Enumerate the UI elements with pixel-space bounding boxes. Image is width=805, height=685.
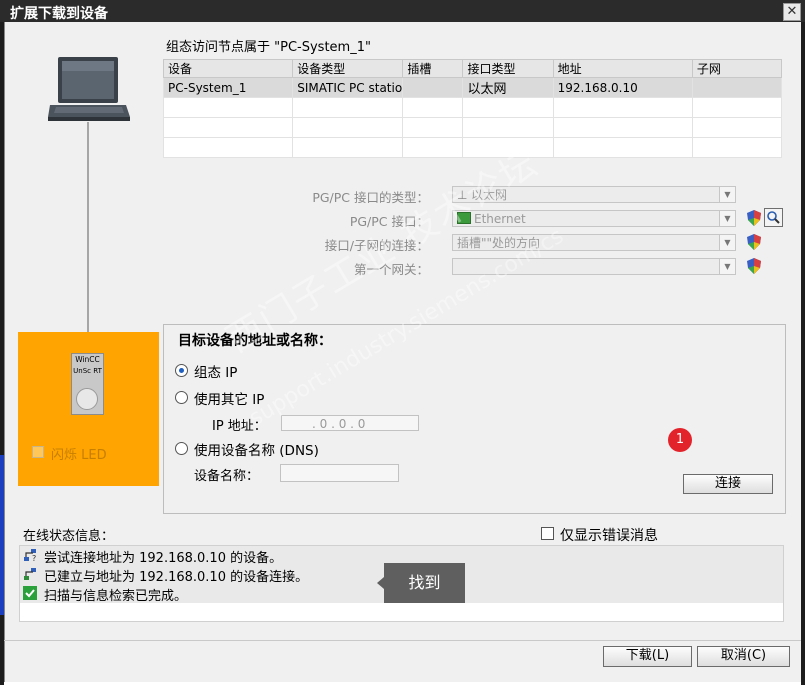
table-cell (292, 137, 404, 158)
table-row[interactable]: PC-System_1 SIMATIC PC statio.. 以太网 192.… (162, 77, 783, 98)
cell-interface-type: 以太网 (462, 77, 554, 98)
column-header-slot[interactable]: 插槽 (402, 59, 464, 78)
connect-button[interactable]: 连接 (683, 474, 773, 494)
subnet-connection-select[interactable]: 插槽""处的方向 ▼ (452, 234, 736, 251)
left-background-strip (0, 455, 4, 615)
pgpc-interface-select[interactable]: Ethernet ▼ (452, 210, 736, 227)
column-header-address[interactable]: 地址 (552, 59, 693, 78)
table-cell (292, 97, 404, 118)
table-cell (552, 97, 693, 118)
node-table: 设备 设备类型 插槽 接口类型 地址 子网 PC-System_1 SIMATI… (162, 59, 783, 158)
shield-icon[interactable] (747, 210, 761, 226)
table-cell (402, 97, 464, 118)
cell-device: PC-System_1 (162, 77, 294, 98)
shield-icon[interactable] (747, 258, 761, 274)
device-disk-icon (76, 388, 98, 410)
table-row[interactable] (162, 137, 783, 158)
flash-led-label: 闪烁 LED (51, 448, 107, 463)
table-cell (402, 137, 464, 158)
chevron-down-icon: ▼ (719, 235, 735, 250)
pc-icon (48, 57, 130, 123)
only-errors-checkbox[interactable] (541, 527, 554, 540)
table-cell (691, 97, 783, 118)
search-device-button[interactable] (764, 208, 783, 227)
table-cell (552, 137, 693, 158)
radio-device-name-dns-label: 使用设备名称 (DNS) (194, 443, 319, 459)
window-title: 扩展下载到设备 (10, 6, 108, 22)
flash-led-checkbox[interactable] (32, 446, 44, 458)
footer-separator (4, 640, 801, 641)
device-label-wincc: WinCC (75, 355, 100, 364)
device-name-input[interactable] (280, 464, 399, 482)
column-header-device-type[interactable]: 设备类型 (292, 59, 404, 78)
radio-device-name-dns[interactable] (175, 442, 188, 455)
column-header-interface-type[interactable]: 接口类型 (462, 59, 554, 78)
radio-other-ip[interactable] (175, 391, 188, 404)
shield-icon[interactable] (747, 234, 761, 250)
device-label-unsc-rt: UnSc RT (73, 367, 102, 375)
chevron-down-icon: ▼ (719, 259, 735, 274)
table-cell (162, 117, 294, 138)
cell-address: 192.168.0.10 (552, 77, 693, 98)
only-errors-label: 仅显示错误消息 (560, 528, 658, 544)
cell-device-type: SIMATIC PC statio.. (292, 77, 404, 98)
close-button[interactable]: ✕ (783, 3, 801, 21)
online-status-label: 在线状态信息： (23, 529, 115, 544)
cell-slot (402, 77, 464, 98)
chevron-down-icon: ▼ (719, 211, 735, 226)
tooltip-arrow (377, 577, 384, 589)
group-label: 组态访问节点属于 "PC-System_1" (166, 40, 371, 55)
title-bar (0, 0, 805, 22)
connecting-icon: ? (23, 548, 37, 563)
magnifier-icon (767, 211, 780, 224)
status-message-text: 扫描与信息检索已完成。 (44, 589, 188, 604)
table-row[interactable] (162, 97, 783, 118)
svg-text:?: ? (32, 554, 36, 562)
table-cell (691, 137, 783, 158)
cell-subnet (691, 77, 783, 98)
device-name-label: 设备名称： (194, 469, 260, 484)
table-cell (162, 97, 294, 118)
table-cell (691, 117, 783, 138)
status-message-text: 尝试连接地址为 192.168.0.10 的设备。 (44, 551, 283, 566)
annotation-badge-1: 1 (668, 428, 692, 452)
table-cell (552, 117, 693, 138)
column-header-device[interactable]: 设备 (162, 59, 294, 78)
radio-configured-ip[interactable] (175, 364, 188, 377)
table-cell (462, 117, 554, 138)
table-cell (402, 117, 464, 138)
connection-line (87, 122, 89, 334)
column-header-subnet[interactable]: 子网 (691, 59, 783, 78)
table-cell (462, 97, 554, 118)
check-icon (23, 586, 37, 600)
download-button[interactable]: 下载(L) (603, 646, 692, 667)
table-cell (292, 117, 404, 138)
radio-configured-ip-label: 组态 IP (194, 365, 238, 381)
interface-type-label: PG/PC 接口的类型： (312, 190, 429, 205)
table-row[interactable] (162, 117, 783, 138)
chevron-down-icon: ▼ (719, 187, 735, 202)
ip-address-input[interactable]: . 0 . 0 . 0 (281, 415, 419, 431)
right-frame (801, 22, 805, 685)
table-cell (162, 137, 294, 158)
status-message-text: 已建立与地址为 192.168.0.10 的设备连接。 (44, 570, 309, 585)
network-connected-icon (23, 567, 37, 581)
cancel-button[interactable]: 取消(C) (697, 646, 790, 667)
annotation-tooltip: 找到 (384, 563, 465, 603)
